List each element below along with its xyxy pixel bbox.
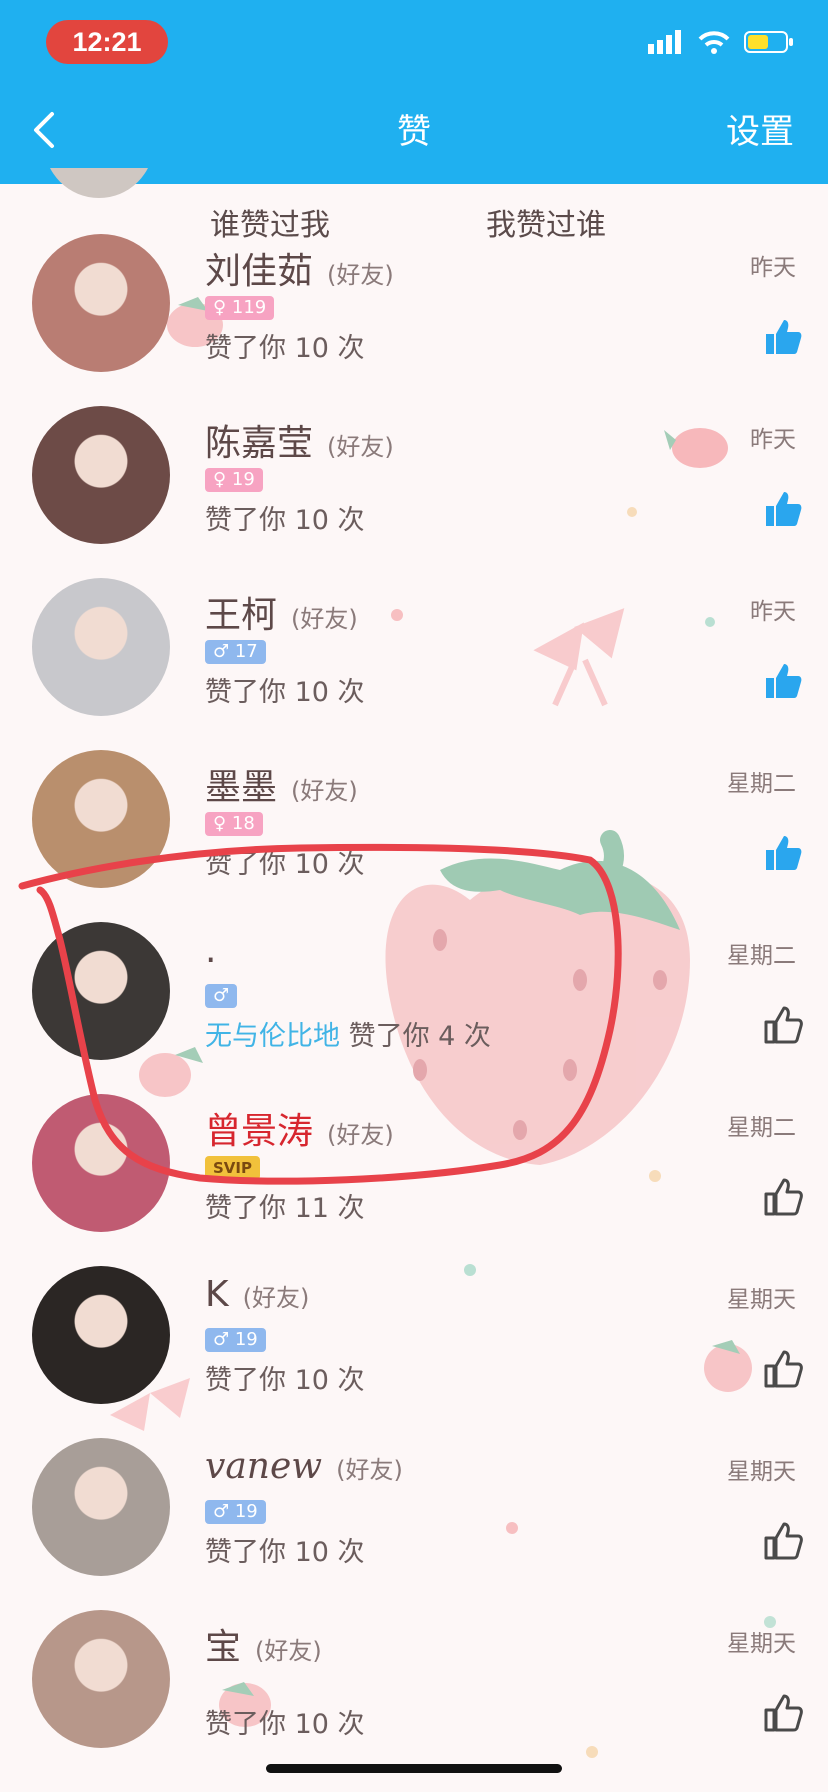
like-count: 赞了你 10 次 (205, 498, 365, 537)
list-item[interactable]: K (好友) ♂ 19 赞了你 10 次 星期天 (0, 1252, 828, 1424)
friend-tag: (好友) (242, 1284, 310, 1312)
gender-age-badge: ♂ 19 (205, 1328, 266, 1352)
like-count: 赞了你 10 次 (205, 842, 365, 881)
like-text: 赞了你 11 次 (205, 1193, 365, 1224)
user-name[interactable]: 刘佳茹 (205, 242, 313, 294)
name-line: 王柯 (好友) (205, 586, 358, 638)
like-date: 星期二 (727, 771, 796, 797)
thumbs-up-outline-icon[interactable] (762, 1520, 804, 1562)
avatar[interactable] (32, 922, 170, 1060)
avatar[interactable] (32, 1266, 170, 1404)
svip-badge: SVIP (205, 1156, 260, 1180)
like-count: 赞了你 10 次 (205, 1702, 365, 1741)
like-text: 赞了你 10 次 (205, 505, 365, 536)
gender-age-badge: ♂ 17 (205, 640, 266, 664)
status-time: 12:21 (46, 20, 168, 64)
name-line: . (205, 930, 230, 971)
like-count: 赞了你 10 次 (205, 326, 365, 365)
thumbs-up-outline-icon[interactable] (762, 1692, 804, 1734)
like-text: 赞了你 10 次 (205, 677, 365, 708)
like-date: 昨天 (750, 599, 796, 625)
page-title: 赞 (397, 112, 431, 152)
name-line: 曾景涛 (好友) (205, 1102, 394, 1154)
like-count: 赞了你 10 次 (205, 1530, 365, 1569)
avatar[interactable] (32, 578, 170, 716)
like-text: 赞了你 10 次 (205, 1709, 365, 1740)
user-name[interactable]: 曾景涛 (205, 1102, 313, 1154)
avatar[interactable] (32, 750, 170, 888)
like-date: 星期二 (727, 943, 796, 969)
list-item[interactable]: 宝 (好友) 赞了你 10 次 星期天 (0, 1596, 828, 1768)
avatar-partial (44, 168, 154, 198)
user-name[interactable]: 陈嘉莹 (205, 414, 313, 466)
settings-button[interactable]: 设置 (726, 104, 794, 153)
gender-age-badge: ♀ 18 (205, 812, 263, 836)
gender-age-badge: ♂ (205, 984, 238, 1008)
user-name[interactable]: 墨墨 (205, 758, 277, 810)
friend-tag: (好友) (327, 261, 394, 289)
friend-tag: (好友) (255, 1637, 322, 1665)
list-item[interactable]: . ♂ 无与伦比地 赞了你 4 次 星期二 (0, 908, 828, 1080)
like-count: 赞了你 11 次 (205, 1186, 365, 1225)
list-item[interactable]: 刘佳茹 (好友) ♀ 119 赞了你 10 次 昨天 (0, 220, 828, 392)
like-text: 赞了你 10 次 (205, 1537, 365, 1568)
friend-tag: (好友) (291, 777, 358, 805)
friend-tag: (好友) (327, 433, 394, 461)
list-item[interactable]: 墨墨 (好友) ♀ 18 赞了你 10 次 星期二 (0, 736, 828, 908)
thumbs-up-filled-icon[interactable] (762, 316, 804, 358)
list-item[interactable]: 曾景涛 (好友) SVIP 赞了你 11 次 星期二 (0, 1080, 828, 1252)
friend-tag: (好友) (327, 1121, 394, 1149)
thumbs-up-filled-icon[interactable] (762, 488, 804, 530)
thumbs-up-filled-icon[interactable] (762, 832, 804, 874)
gender-age-badge: ♂ 19 (205, 1500, 266, 1524)
user-name[interactable]: . (205, 930, 216, 971)
name-line: 陈嘉莹 (好友) (205, 414, 394, 466)
thumbs-up-outline-icon[interactable] (762, 1004, 804, 1046)
avatar[interactable] (32, 406, 170, 544)
name-line: 墨墨 (好友) (205, 758, 358, 810)
name-line: 刘佳茹 (好友) (205, 242, 394, 294)
like-date: 星期天 (727, 1287, 796, 1313)
status-icons (648, 30, 794, 54)
gender-age-badge: ♀ 19 (205, 468, 263, 492)
like-text: 赞了你 10 次 (205, 1365, 365, 1396)
thumbs-up-outline-icon[interactable] (762, 1348, 804, 1390)
user-name[interactable]: vanew (205, 1446, 322, 1487)
list-item[interactable]: vanew (好友) ♂ 19 赞了你 10 次 星期天 (0, 1424, 828, 1596)
like-count: 无与伦比地 赞了你 4 次 (205, 1014, 491, 1053)
name-line: K (好友) (205, 1274, 309, 1315)
like-source: 无与伦比地 (205, 1021, 340, 1052)
like-text: 赞了你 4 次 (348, 1021, 491, 1052)
battery-icon (744, 31, 793, 53)
like-text: 赞了你 10 次 (205, 333, 365, 364)
like-date: 昨天 (750, 427, 796, 453)
like-date: 昨天 (750, 255, 796, 281)
thumbs-up-filled-icon[interactable] (762, 660, 804, 702)
gender-age-badge: ♀ 119 (205, 296, 275, 320)
friend-tag: (好友) (291, 605, 358, 633)
user-name[interactable]: K (205, 1274, 229, 1315)
signal-icon (648, 30, 681, 54)
name-line: 宝 (好友) (205, 1618, 322, 1670)
like-date: 星期二 (727, 1115, 796, 1141)
friend-tag: (好友) (336, 1456, 403, 1484)
like-date: 星期天 (727, 1459, 796, 1485)
like-date: 星期天 (727, 1631, 796, 1657)
user-name[interactable]: 宝 (205, 1618, 241, 1670)
thumbs-up-outline-icon[interactable] (762, 1176, 804, 1218)
wifi-icon (698, 31, 730, 54)
avatar[interactable] (32, 1610, 170, 1748)
like-count: 赞了你 10 次 (205, 1358, 365, 1397)
avatar[interactable] (32, 1438, 170, 1576)
like-count: 赞了你 10 次 (205, 670, 365, 709)
home-indicator (266, 1764, 562, 1773)
status-bar: 12:21 (0, 0, 828, 76)
avatar[interactable] (32, 234, 170, 372)
user-name[interactable]: 王柯 (205, 586, 277, 638)
list-item[interactable]: 陈嘉莹 (好友) ♀ 19 赞了你 10 次 昨天 (0, 392, 828, 564)
list-item[interactable]: 王柯 (好友) ♂ 17 赞了你 10 次 昨天 (0, 564, 828, 736)
name-line: vanew (好友) (205, 1446, 403, 1487)
avatar[interactable] (32, 1094, 170, 1232)
like-text: 赞了你 10 次 (205, 849, 365, 880)
